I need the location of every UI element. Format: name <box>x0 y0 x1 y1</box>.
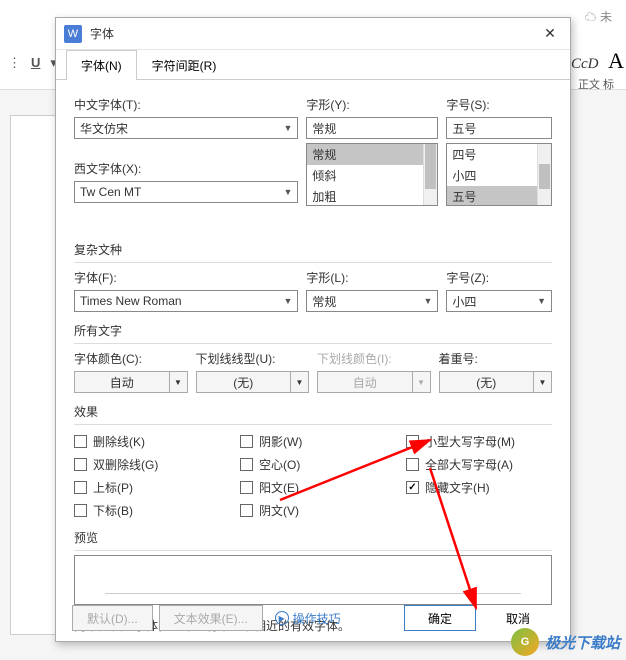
tab-bar: 字体(N) 字符间距(R) <box>56 50 570 80</box>
cloud-sync-icon: ☁ 未 <box>585 8 612 25</box>
shape-value: 常规 <box>312 120 336 137</box>
chevron-down-icon: ▼ <box>283 123 292 133</box>
text-effect-button: 文本效果(E)... <box>159 605 263 631</box>
color-label: 字体颜色(C): <box>74 350 188 367</box>
cshape-value: 常规 <box>312 293 336 310</box>
checkbox-strike[interactable]: 删除线(K) <box>74 433 220 450</box>
emphasis-label: 着重号: <box>439 350 553 367</box>
close-button[interactable]: ✕ <box>530 18 570 50</box>
dialog-footer: 默认(D)... 文本效果(E)... ▶ 操作技巧 确定 取消 <box>72 605 554 631</box>
default-button: 默认(D)... <box>72 605 153 631</box>
toolbar-left: ⋮ U ▾ <box>8 55 57 71</box>
chevron-down-icon: ▼ <box>533 372 551 392</box>
tab-char-spacing[interactable]: 字符间距(R) <box>137 50 232 80</box>
tab-font[interactable]: 字体(N) <box>66 50 137 80</box>
watermark: G 极光下载站 <box>511 628 620 656</box>
separator <box>74 550 552 551</box>
scrollbar[interactable] <box>423 144 437 205</box>
size-input[interactable]: 五号 <box>446 117 552 139</box>
chevron-down-icon: ▼ <box>537 296 546 306</box>
checkbox-emboss[interactable]: 阳文(E) <box>240 479 386 496</box>
cfont-label: 字体(F): <box>74 269 298 286</box>
en-font-select[interactable]: Tw Cen MT ▼ <box>74 181 298 203</box>
alltext-section-label: 所有文字 <box>74 322 552 339</box>
csize-label: 字号(Z): <box>446 269 552 286</box>
preview-box <box>74 555 552 605</box>
size-label: 字号(S): <box>446 96 552 113</box>
cn-font-label: 中文字体(T): <box>74 96 298 113</box>
app-icon: W <box>64 25 82 43</box>
format-icon[interactable]: ⋮ <box>8 55 21 71</box>
checkbox-hidden[interactable]: 隐藏文字(H) <box>406 479 552 496</box>
separator <box>74 424 552 425</box>
underline-color-dropdown: 自动 ▼ <box>317 371 431 393</box>
size-value: 五号 <box>452 120 476 137</box>
checkbox-sup[interactable]: 上标(P) <box>74 479 220 496</box>
list-item[interactable]: 小四 <box>447 165 551 186</box>
scrollbar[interactable] <box>537 144 551 205</box>
checkbox-hollow[interactable]: 空心(O) <box>240 456 386 473</box>
checkbox-dstrike[interactable]: 双删除线(G) <box>74 456 220 473</box>
style-sample-large[interactable]: A <box>608 48 624 74</box>
preview-section-label: 预览 <box>74 529 552 546</box>
en-font-value: Tw Cen MT <box>80 185 141 199</box>
list-item[interactable]: 倾斜 <box>307 165 437 186</box>
underline-type-label: 下划线线型(U): <box>196 350 310 367</box>
cshape-label: 字形(L): <box>306 269 438 286</box>
watermark-text: 极光下载站 <box>545 632 620 653</box>
dialog-content: 中文字体(T): 华文仿宋 ▼ 字形(Y): 常规 字号(S): 五号 <box>56 80 570 644</box>
chevron-down-icon: ▼ <box>283 296 292 306</box>
chevron-down-icon: ▼ <box>412 372 430 392</box>
checkbox-shadow[interactable]: 阴影(W) <box>240 433 386 450</box>
watermark-logo-icon: G <box>511 628 539 656</box>
list-item[interactable]: 加粗 <box>307 186 437 206</box>
font-color-dropdown[interactable]: 自动 ▼ <box>74 371 188 393</box>
effects-section-label: 效果 <box>74 403 552 420</box>
emphasis-dropdown[interactable]: (无) ▼ <box>439 371 553 393</box>
list-item[interactable]: 四号 <box>447 144 551 165</box>
shape-input[interactable]: 常规 <box>306 117 438 139</box>
dialog-title: 字体 <box>90 25 530 42</box>
checkbox-sub[interactable]: 下标(B) <box>74 502 220 519</box>
checkbox-engrave[interactable]: 阴文(V) <box>240 502 386 519</box>
underline-icon[interactable]: U <box>31 55 40 71</box>
en-font-label: 西文字体(X): <box>74 160 298 177</box>
chevron-down-icon: ▼ <box>283 187 292 197</box>
list-item[interactable]: 五号 <box>447 186 551 206</box>
checkbox-smallcaps[interactable]: 小型大写字母(M) <box>406 433 552 450</box>
csize-value: 小四 <box>452 293 476 310</box>
chevron-down-icon: ▼ <box>423 296 432 306</box>
underline-type-dropdown[interactable]: (无) ▼ <box>196 371 310 393</box>
complex-section-label: 复杂文种 <box>74 241 552 258</box>
cshape-select[interactable]: 常规 ▼ <box>306 290 438 312</box>
checkbox-allcaps[interactable]: 全部大写字母(A) <box>406 456 552 473</box>
chevron-down-icon: ▼ <box>290 372 308 392</box>
cfont-select[interactable]: Times New Roman ▼ <box>74 290 298 312</box>
underline-color-label: 下划线颜色(I): <box>317 350 431 367</box>
ok-button[interactable]: 确定 <box>404 605 476 631</box>
dialog-titlebar: W 字体 ✕ <box>56 18 570 50</box>
list-item[interactable]: 常规 <box>307 144 437 165</box>
tips-link[interactable]: ▶ 操作技巧 <box>275 610 341 627</box>
csize-select[interactable]: 小四 ▼ <box>446 290 552 312</box>
font-dialog: W 字体 ✕ 字体(N) 字符间距(R) 中文字体(T): 华文仿宋 ▼ 字形(… <box>55 17 571 642</box>
shape-listbox[interactable]: 常规 倾斜 加粗 <box>306 143 438 206</box>
cfont-value: Times New Roman <box>80 294 182 308</box>
cn-font-value: 华文仿宋 <box>80 120 128 137</box>
play-icon: ▶ <box>275 611 289 625</box>
cn-font-select[interactable]: 华文仿宋 ▼ <box>74 117 298 139</box>
chevron-down-icon: ▼ <box>169 372 187 392</box>
shape-label: 字形(Y): <box>306 96 438 113</box>
size-listbox[interactable]: 四号 小四 五号 <box>446 143 552 206</box>
